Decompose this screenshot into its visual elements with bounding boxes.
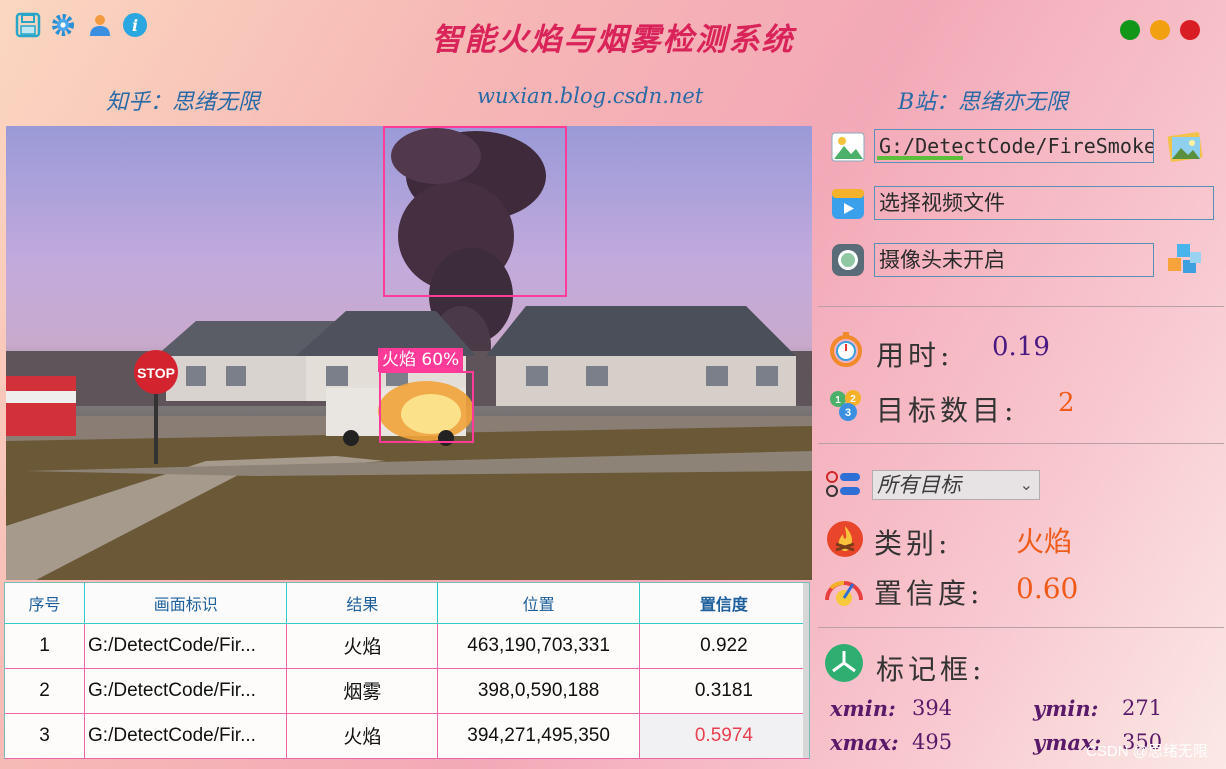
cell-position: 463,190,703,331 bbox=[437, 623, 640, 669]
minimize-button[interactable] bbox=[1120, 20, 1140, 40]
col-header-index[interactable]: 序号 bbox=[5, 583, 86, 624]
cell-result: 火焰 bbox=[286, 623, 439, 669]
title-bar: i 智能火焰与烟雾检测系统 bbox=[0, 0, 1226, 70]
detection-video-frame: STOP 火焰 60% bbox=[6, 126, 812, 580]
bilibili-credit: B站：思绪亦无限 bbox=[898, 90, 1069, 115]
cell-index: 3 bbox=[5, 713, 86, 759]
cell-result: 烟雾 bbox=[286, 668, 439, 714]
xmin-value: 394 bbox=[912, 696, 953, 720]
table-scrollbar[interactable] bbox=[803, 583, 809, 758]
target-count-label: 目标数目: bbox=[876, 394, 1018, 427]
cell-source: G:/DetectCode/Fir... bbox=[84, 713, 288, 759]
zhihu-credit: 知乎：思绪无限 bbox=[106, 90, 261, 115]
divider bbox=[818, 443, 1224, 444]
col-header-result[interactable]: 结果 bbox=[286, 583, 439, 624]
table-row[interactable]: 2 G:/DetectCode/Fir... 烟雾 398,0,590,188 … bbox=[5, 668, 810, 714]
maximize-button[interactable] bbox=[1150, 20, 1170, 40]
open-folder-icon[interactable] bbox=[1166, 128, 1204, 166]
svg-text:STOP: STOP bbox=[137, 365, 175, 381]
table-header: 序号 画面标识 结果 位置 置信度 bbox=[5, 583, 810, 624]
divider bbox=[818, 627, 1224, 628]
xmax-value: 495 bbox=[912, 730, 953, 754]
bbox-label: 标记框: bbox=[876, 653, 986, 686]
blog-url[interactable]: wuxian.blog.csdn.net bbox=[477, 84, 703, 108]
ymin-label: ymin: bbox=[1033, 696, 1099, 721]
ymin-value: 271 bbox=[1122, 696, 1163, 720]
cell-position: 394,271,495,350 bbox=[437, 713, 640, 759]
target-select-value: 所有目标 bbox=[877, 473, 961, 497]
time-label: 用时: bbox=[876, 339, 954, 372]
camera-status-field[interactable]: 摄像头未开启 bbox=[874, 243, 1154, 277]
class-value: 火焰 bbox=[1016, 525, 1073, 558]
camera-icon[interactable] bbox=[831, 243, 865, 277]
time-value: 0.19 bbox=[992, 332, 1050, 362]
video-file-field[interactable]: 选择视频文件 bbox=[874, 186, 1214, 220]
table-row[interactable]: 3 G:/DetectCode/Fir... 火焰 394,271,495,35… bbox=[5, 713, 810, 759]
chevron-down-icon: ⌄ bbox=[1019, 475, 1033, 494]
list-filter-icon bbox=[826, 470, 862, 500]
image-path-field[interactable]: G:/DetectCode/FireSmoke bbox=[874, 129, 1154, 163]
fire-detection-label: 火焰 60% bbox=[378, 348, 464, 372]
target-count-value: 2 bbox=[1058, 388, 1075, 418]
cell-position: 398,0,590,188 bbox=[437, 668, 640, 714]
target-select[interactable]: 所有目标 ⌄ bbox=[872, 470, 1040, 500]
timer-icon bbox=[828, 331, 864, 367]
confidence-gauge-icon bbox=[823, 570, 865, 608]
video-file-icon[interactable] bbox=[831, 187, 865, 221]
confidence-value: 0.60 bbox=[1016, 572, 1079, 605]
table-row[interactable]: 1 G:/DetectCode/Fir... 火焰 463,190,703,33… bbox=[5, 623, 810, 669]
xmax-label: xmax: bbox=[830, 730, 899, 755]
svg-text:2: 2 bbox=[850, 394, 856, 405]
col-header-confidence[interactable]: 置信度 bbox=[639, 583, 810, 624]
app-title: 智能火焰与烟雾检测系统 bbox=[431, 22, 795, 58]
cell-result: 火焰 bbox=[286, 713, 439, 759]
cell-confidence: 0.922 bbox=[639, 623, 810, 669]
cell-confidence: 0.5974 bbox=[639, 713, 810, 759]
image-icon[interactable] bbox=[831, 130, 865, 164]
confidence-label: 置信度: bbox=[874, 577, 984, 610]
close-button[interactable] bbox=[1180, 20, 1200, 40]
divider bbox=[818, 306, 1224, 307]
cell-source: G:/DetectCode/Fir... bbox=[84, 668, 288, 714]
class-label: 类别: bbox=[874, 527, 952, 560]
cell-source: G:/DetectCode/Fir... bbox=[84, 623, 288, 669]
svg-text:1: 1 bbox=[835, 395, 841, 406]
count-icon: 12 3 bbox=[828, 387, 864, 423]
bounding-box-icon bbox=[824, 643, 864, 683]
image-path-text: G:/DetectCode/FireSmoke bbox=[879, 134, 1154, 158]
xmin-label: xmin: bbox=[830, 696, 896, 721]
fire-icon bbox=[826, 520, 864, 558]
results-table: 序号 画面标识 结果 位置 置信度 1 G:/DetectCode/Fir...… bbox=[4, 582, 810, 759]
col-header-source[interactable]: 画面标识 bbox=[84, 583, 288, 624]
cell-index: 2 bbox=[5, 668, 86, 714]
image-load-progress bbox=[877, 156, 964, 160]
svg-text:3: 3 bbox=[845, 407, 851, 419]
cubes-icon[interactable] bbox=[1164, 242, 1204, 280]
cell-index: 1 bbox=[5, 623, 86, 669]
csdn-watermark: CSDN @思绪无限 bbox=[1086, 743, 1208, 760]
cell-confidence: 0.3181 bbox=[639, 668, 810, 714]
col-header-position[interactable]: 位置 bbox=[437, 583, 640, 624]
